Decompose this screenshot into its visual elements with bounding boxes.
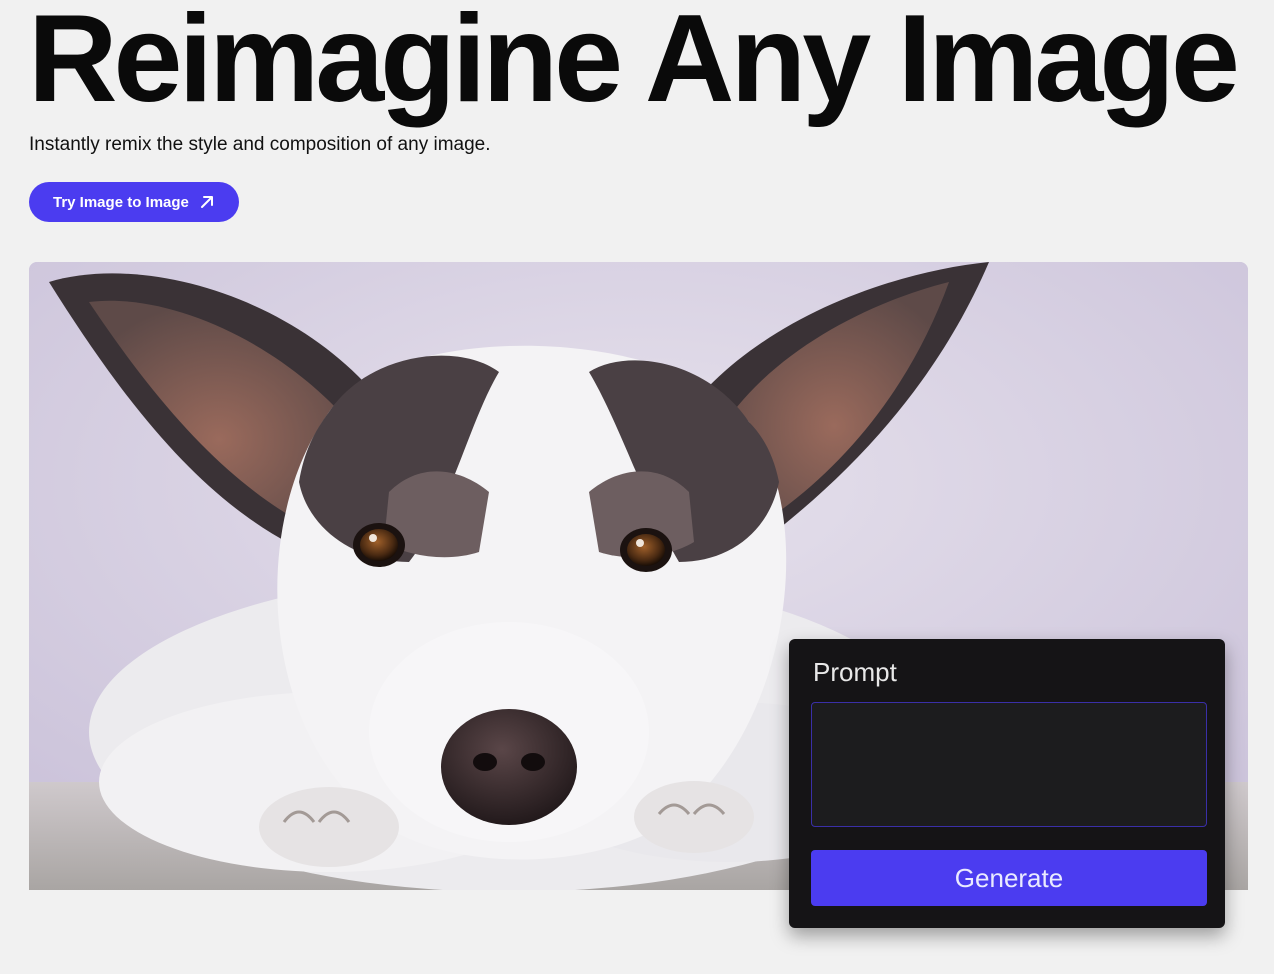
hero-title: Reimagine Any Image <box>28 0 1240 128</box>
prompt-label: Prompt <box>813 657 897 687</box>
cta-label: Try Image to Image <box>53 193 189 211</box>
generate-button[interactable]: Generate <box>811 850 1207 906</box>
prompt-input[interactable] <box>811 702 1207 827</box>
prompt-panel: Prompt Generate <box>789 639 1225 928</box>
hero-subtitle: Instantly remix the style and compositio… <box>29 134 491 155</box>
arrow-up-right-icon <box>199 194 215 210</box>
try-image-to-image-button[interactable]: Try Image to Image <box>29 182 239 222</box>
